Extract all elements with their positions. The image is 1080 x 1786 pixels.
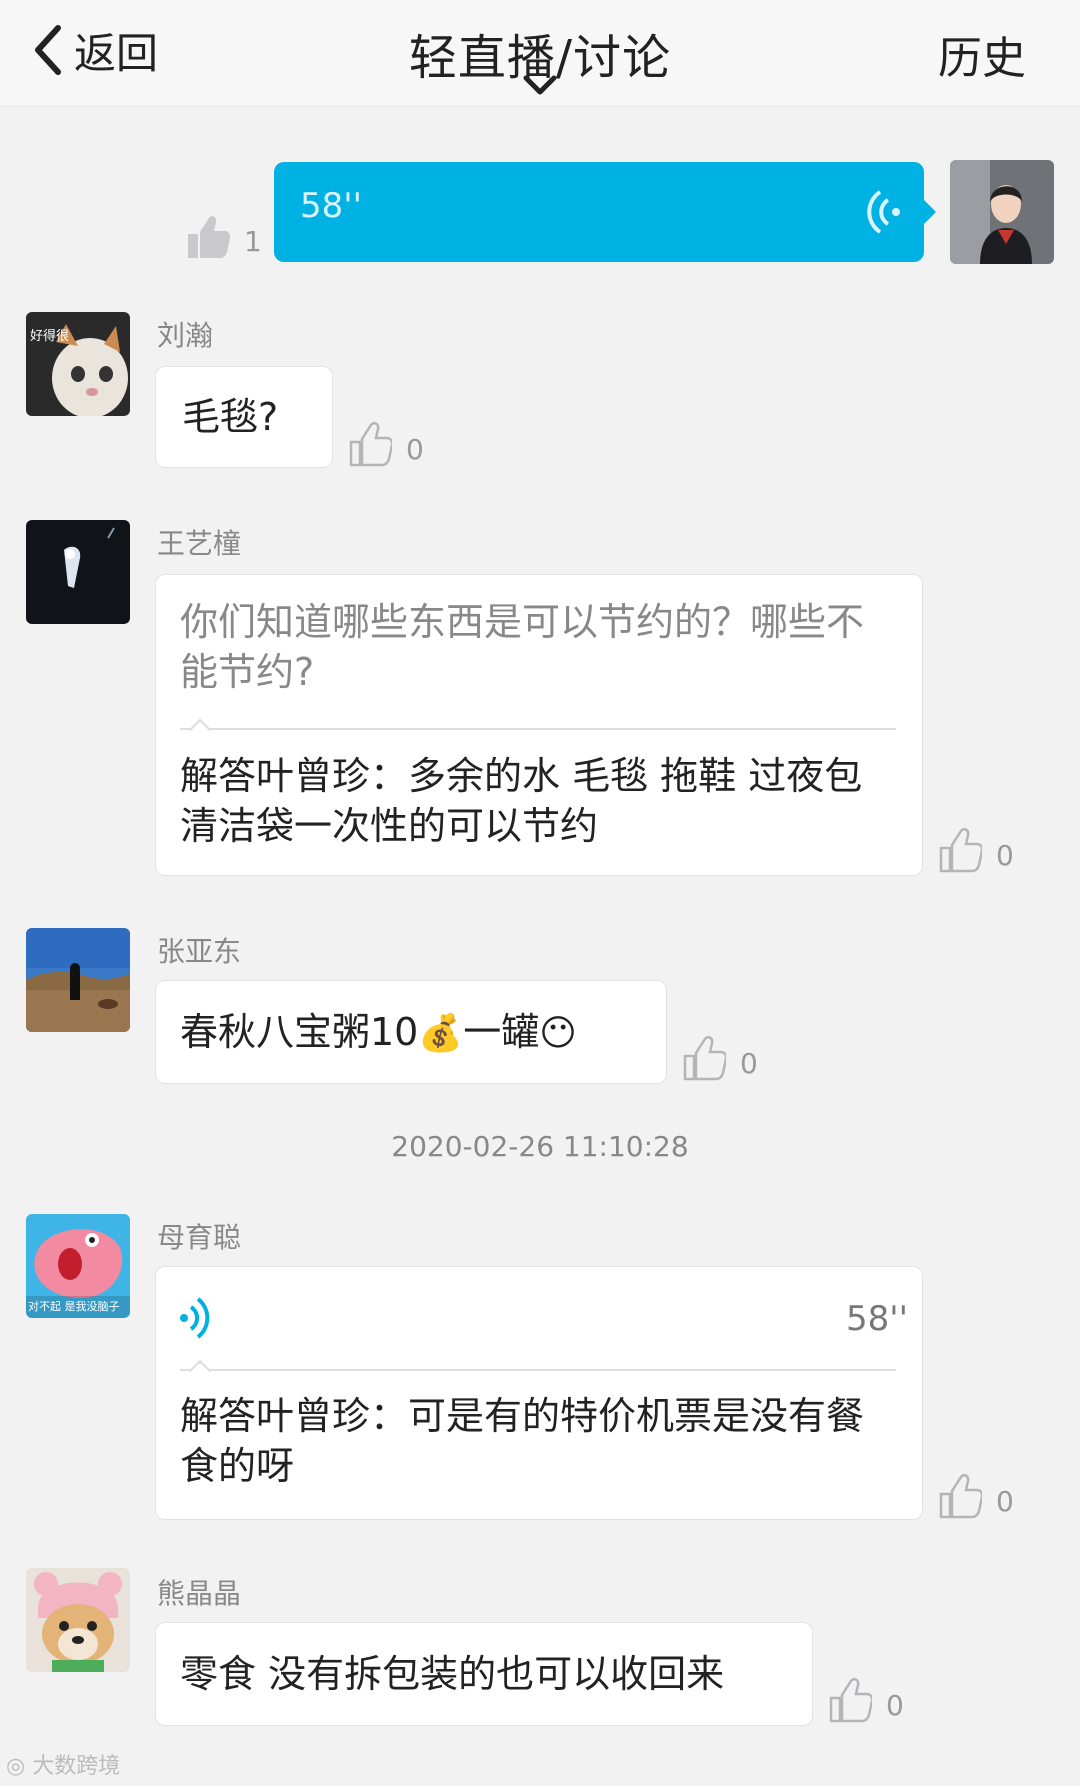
like-count: 0: [740, 1047, 758, 1080]
avatar-xiongjingjing[interactable]: [26, 1568, 130, 1672]
divider-notch: [188, 1359, 212, 1383]
neutral-face-icon: 😶: [539, 1013, 577, 1054]
like-count: 0: [996, 1485, 1014, 1518]
message-text-part: 一罐: [463, 1010, 540, 1054]
like-count: 0: [406, 433, 424, 466]
avatar-liuhan[interactable]: 好得很: [26, 312, 130, 416]
voice-duration: 58'': [300, 186, 362, 226]
divider: [180, 728, 896, 730]
like-button[interactable]: 0: [938, 1472, 1014, 1520]
thumbs-up-icon: [829, 1677, 872, 1723]
thumbs-up-icon: [939, 827, 982, 873]
message-text-part: 春秋八宝粥10: [180, 1010, 419, 1054]
username: 母育聪: [157, 1221, 242, 1254]
like-button[interactable]: 0: [828, 1676, 904, 1724]
username: 刘瀚: [157, 319, 214, 352]
history-button[interactable]: 历史: [938, 22, 1026, 86]
my-voice-message[interactable]: 58'': [274, 162, 936, 262]
top-nav-bar: 返回 轻直播/讨论 历史: [0, 0, 1080, 107]
message-text: 毛毯?: [182, 395, 279, 439]
message-bubble[interactable]: 零食 没有拆包装的也可以收回来: [155, 1622, 813, 1726]
watermark-text: 大数跨境: [32, 1754, 121, 1779]
like-button[interactable]: 0: [348, 420, 424, 468]
my-avatar[interactable]: [950, 160, 1054, 264]
chevron-down-icon[interactable]: [522, 74, 558, 98]
avatar-caption: 对不起 是我没脑子: [28, 1299, 120, 1313]
voice-wave-icon[interactable]: [178, 1295, 212, 1341]
message-text: 春秋八宝粥10💰一罐😶: [180, 1007, 577, 1059]
username: 王艺橦: [157, 527, 242, 560]
like-button[interactable]: 1: [186, 212, 262, 260]
message-bubble[interactable]: 春秋八宝粥10💰一罐😶: [155, 980, 667, 1084]
answer-text: 解答叶曾珍：可是有的特价机票是没有餐食的呀: [180, 1394, 865, 1488]
message-bubble[interactable]: 毛毯?: [155, 366, 333, 468]
divider: [180, 1369, 896, 1371]
watermark: ◎ 大数跨境: [6, 1748, 120, 1780]
like-count: 1: [244, 225, 262, 258]
avatar-image: [26, 928, 130, 1032]
message-text: 零食 没有拆包装的也可以收回来: [180, 1652, 725, 1696]
avatar-muyucong[interactable]: 对不起 是我没脑子: [26, 1214, 130, 1318]
avatar-caption: 好得很: [30, 328, 69, 344]
thumbs-up-icon: [939, 1473, 982, 1519]
thumbs-up-icon: [188, 216, 230, 258]
timestamp: 2020-02-26 11:10:28: [391, 1130, 689, 1163]
voice-wave-icon: [867, 190, 900, 234]
like-button[interactable]: 0: [938, 826, 1014, 874]
like-button[interactable]: 0: [682, 1034, 758, 1082]
username: 张亚东: [157, 935, 242, 968]
avatar-image: 对不起 是我没脑子: [26, 1214, 130, 1318]
thumbs-up-icon: [349, 421, 392, 467]
avatar-image: [950, 160, 1054, 264]
qa-bubble[interactable]: 你们知道哪些东西是可以节约的？哪些不能节约? 解答叶曾珍：多余的水 毛毯 拖鞋 …: [155, 574, 923, 876]
voice-duration: 58'': [846, 1299, 908, 1339]
avatar-wangyitong[interactable]: [26, 520, 130, 624]
watermark-logo-icon: ◎: [6, 1754, 33, 1779]
divider-notch: [188, 718, 212, 742]
qa-bubble[interactable]: 58'' 解答叶曾珍：可是有的特价机票是没有餐食的呀: [155, 1266, 923, 1520]
like-count: 0: [886, 1689, 904, 1722]
money-bag-icon: 💰: [418, 1013, 464, 1054]
answer-text: 解答叶曾珍：多余的水 毛毯 拖鞋 过夜包 清洁袋一次性的可以节约: [180, 754, 863, 848]
avatar-image: [26, 1568, 130, 1672]
avatar-zhangyadong[interactable]: [26, 928, 130, 1032]
like-count: 0: [996, 839, 1014, 872]
avatar-image: 好得很: [26, 312, 130, 416]
question-text: 你们知道哪些东西是可以节约的？哪些不能节约?: [180, 600, 865, 694]
thumbs-up-icon: [683, 1035, 726, 1081]
avatar-image: [26, 520, 130, 624]
username: 熊晶晶: [157, 1577, 242, 1610]
